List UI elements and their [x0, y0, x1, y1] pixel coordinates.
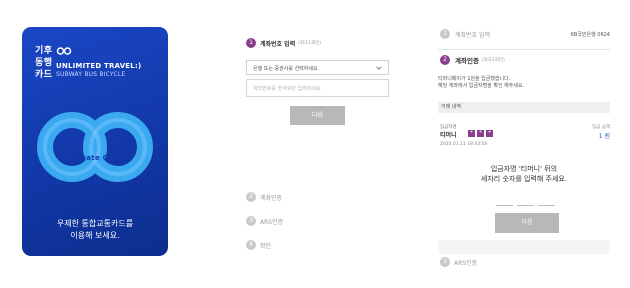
step-2-subtitle: (최초1회만) [481, 58, 505, 63]
card-message: 우제한 통합교통카드를 이용해 보세요. [22, 218, 168, 242]
divider [438, 49, 610, 50]
deposit-notice-line2: 해당 계좌에서 입금자명을 확인 해주세요. [438, 83, 525, 89]
code-digit-input[interactable] [538, 198, 555, 206]
account-number-input[interactable]: 계좌번호를 숫자로만 입력하세요. [246, 79, 389, 97]
step-1-number: 1 [246, 38, 256, 48]
next-button[interactable]: 다음 [495, 213, 559, 233]
step-2-header: 2 계좌인증 (최초1회만) [440, 55, 505, 65]
card-message-line2: 이용해 보세요. [70, 231, 120, 240]
account-entry-panel: 1 계좌번호 입력 (최초1회만) 은행 또는 증권사를 선택하세요. 계좌번호… [240, 30, 390, 260]
bank-select[interactable]: 은행 또는 증권사를 선택하세요. [246, 60, 389, 75]
depositor-name: 티머니 [440, 132, 457, 139]
amount-label: 입금 금액 [592, 125, 610, 130]
masked-digit: * [477, 130, 484, 137]
selected-bank-account: KB국민은행 0624 [570, 31, 610, 38]
step-2-number: 2 [246, 192, 256, 202]
deposit-timestamp: 2024.01.11 18:43:56 [440, 142, 488, 147]
masked-digit: * [468, 130, 475, 137]
code-prompt: 입금자명 '티머니' 뒤의 세자리 숫자를 입력해 주세요. [438, 164, 610, 184]
card-mark-label: Climate Card [67, 154, 123, 162]
code-input-group [496, 198, 555, 206]
infinity-logo-icon [56, 47, 72, 55]
card-brand-line1: 기후 [35, 46, 53, 56]
code-prompt-line2: 세자리 숫자를 입력해 주세요. [480, 175, 568, 183]
step-2-header: 2 계좌인증 [246, 190, 282, 204]
section-footer [438, 240, 610, 254]
code-digit-input[interactable] [517, 198, 534, 206]
step-1-summary[interactable]: 1 계좌번호 입력 KB국민은행 0624 [440, 27, 610, 41]
step-1-title: 계좌번호 입력 [455, 31, 491, 39]
deposit-notice: 티머니페이가 1원을 입금했습니다. 해당 계좌에서 입금자명을 확인 해주세요… [438, 76, 610, 90]
deposit-notice-line1: 티머니페이가 1원을 입금했습니다. [438, 76, 511, 82]
step-3-title: ARS인증 [260, 218, 284, 226]
bank-select-value: 은행 또는 증권사를 선택하세요. [253, 66, 320, 72]
account-verify-panel: 1 계좌번호 입력 KB국민은행 0624 2 계좌인증 (최초1회만) 티머니… [428, 20, 612, 280]
step-1-number: 1 [440, 29, 450, 39]
step-3-header: 3 ARS인증 [246, 214, 283, 228]
card-brand-line2: 동행 [35, 58, 53, 68]
climate-card: 기후 동행 카드 UNLIMITED TRAVEL:) SUBWAY BUS B… [22, 27, 168, 256]
card-message-line1: 우제한 통합교통카드를 [56, 219, 134, 228]
chevron-down-icon [376, 66, 382, 70]
card-subtagline: SUBWAY BUS BICYCLE [56, 71, 126, 78]
masked-digit: * [486, 130, 493, 137]
code-prompt-line1: 입금자명 '티머니' 뒤의 [490, 165, 558, 173]
step-2-title: 계좌인증 [455, 57, 479, 65]
screen-root: 기후 동행 카드 UNLIMITED TRAVEL:) SUBWAY BUS B… [0, 0, 630, 288]
step-3-title: ARS인증 [454, 259, 478, 267]
account-number-placeholder: 계좌번호를 숫자로만 입력하세요. [253, 86, 323, 92]
step-3-number: 3 [440, 257, 450, 267]
step-4-number: 4 [246, 240, 256, 250]
step-1-header: 1 계좌번호 입력 (최초1회만) [246, 36, 321, 50]
card-brand-line3: 카드 [35, 70, 53, 80]
step-2-number: 2 [440, 55, 450, 65]
step-4-title: 확인 [260, 242, 272, 250]
step-3-number: 3 [246, 216, 256, 226]
card-brand: 기후 동행 카드 [35, 45, 53, 81]
masked-digits: * * * [468, 130, 493, 137]
step-3-header: 3 ARS인증 [440, 257, 477, 267]
step-4-header: 4 확인 [246, 238, 271, 252]
next-button[interactable]: 다음 [290, 106, 345, 125]
card-tagline: UNLIMITED TRAVEL:) [56, 62, 142, 70]
step-1-subtitle: (최초1회만) [298, 41, 322, 46]
step-1-title: 계좌번호 입력 [260, 40, 296, 48]
step-2-title: 계좌인증 [260, 194, 283, 202]
deposit-amount: 1 원 [598, 133, 610, 140]
code-digit-input[interactable] [496, 198, 513, 206]
transaction-history-header: 거래 내역 [438, 102, 610, 113]
infinity-mark-icon [37, 112, 153, 182]
